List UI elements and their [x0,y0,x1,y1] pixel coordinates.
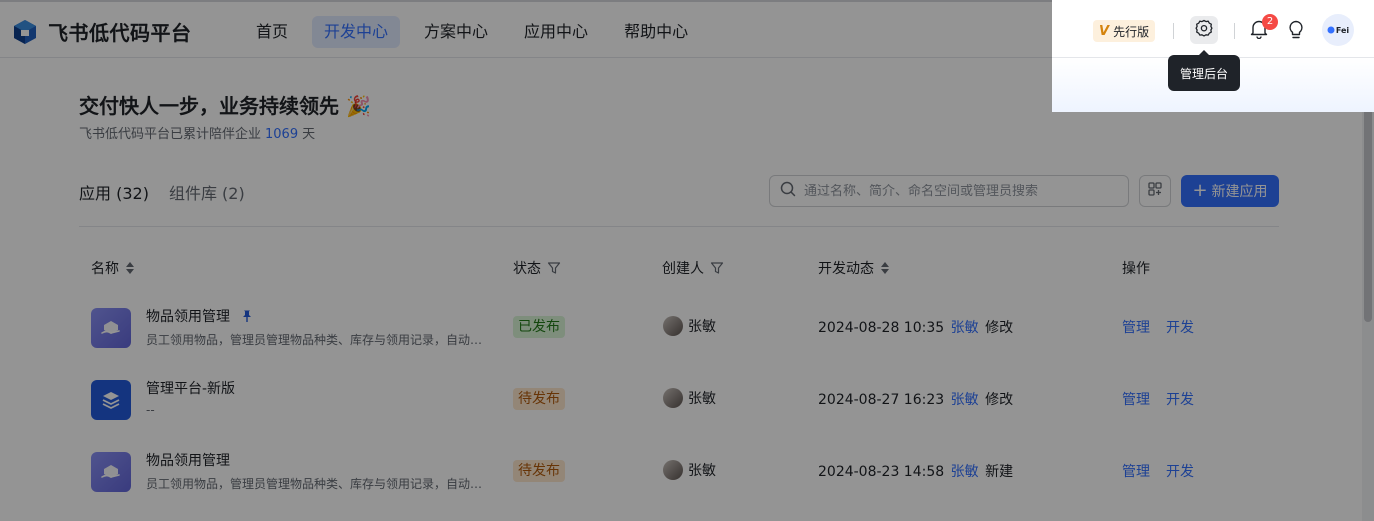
header-actions: V 先行版 2 Fei [1052,0,1374,58]
admin-settings-button[interactable] [1190,16,1218,44]
avatar-logo-icon [1327,26,1335,34]
divider [1173,23,1174,39]
preview-badge-label: 先行版 [1113,24,1150,39]
tips-button[interactable] [1288,20,1304,44]
gear-icon [1195,19,1213,41]
preview-logo-icon: V [1099,23,1110,39]
bell-icon [1250,20,1268,43]
divider [1234,23,1235,39]
settings-tooltip: 管理后台 [1168,50,1240,91]
avatar-text: Fei [1335,25,1350,35]
lightbulb-icon [1288,20,1304,44]
header-actions-spotlight: V 先行版 2 Fei 管理后台 [1052,0,1374,112]
user-avatar[interactable]: Fei [1322,14,1354,46]
notification-count-badge: 2 [1262,14,1278,30]
preview-version-badge[interactable]: V 先行版 [1093,20,1156,42]
